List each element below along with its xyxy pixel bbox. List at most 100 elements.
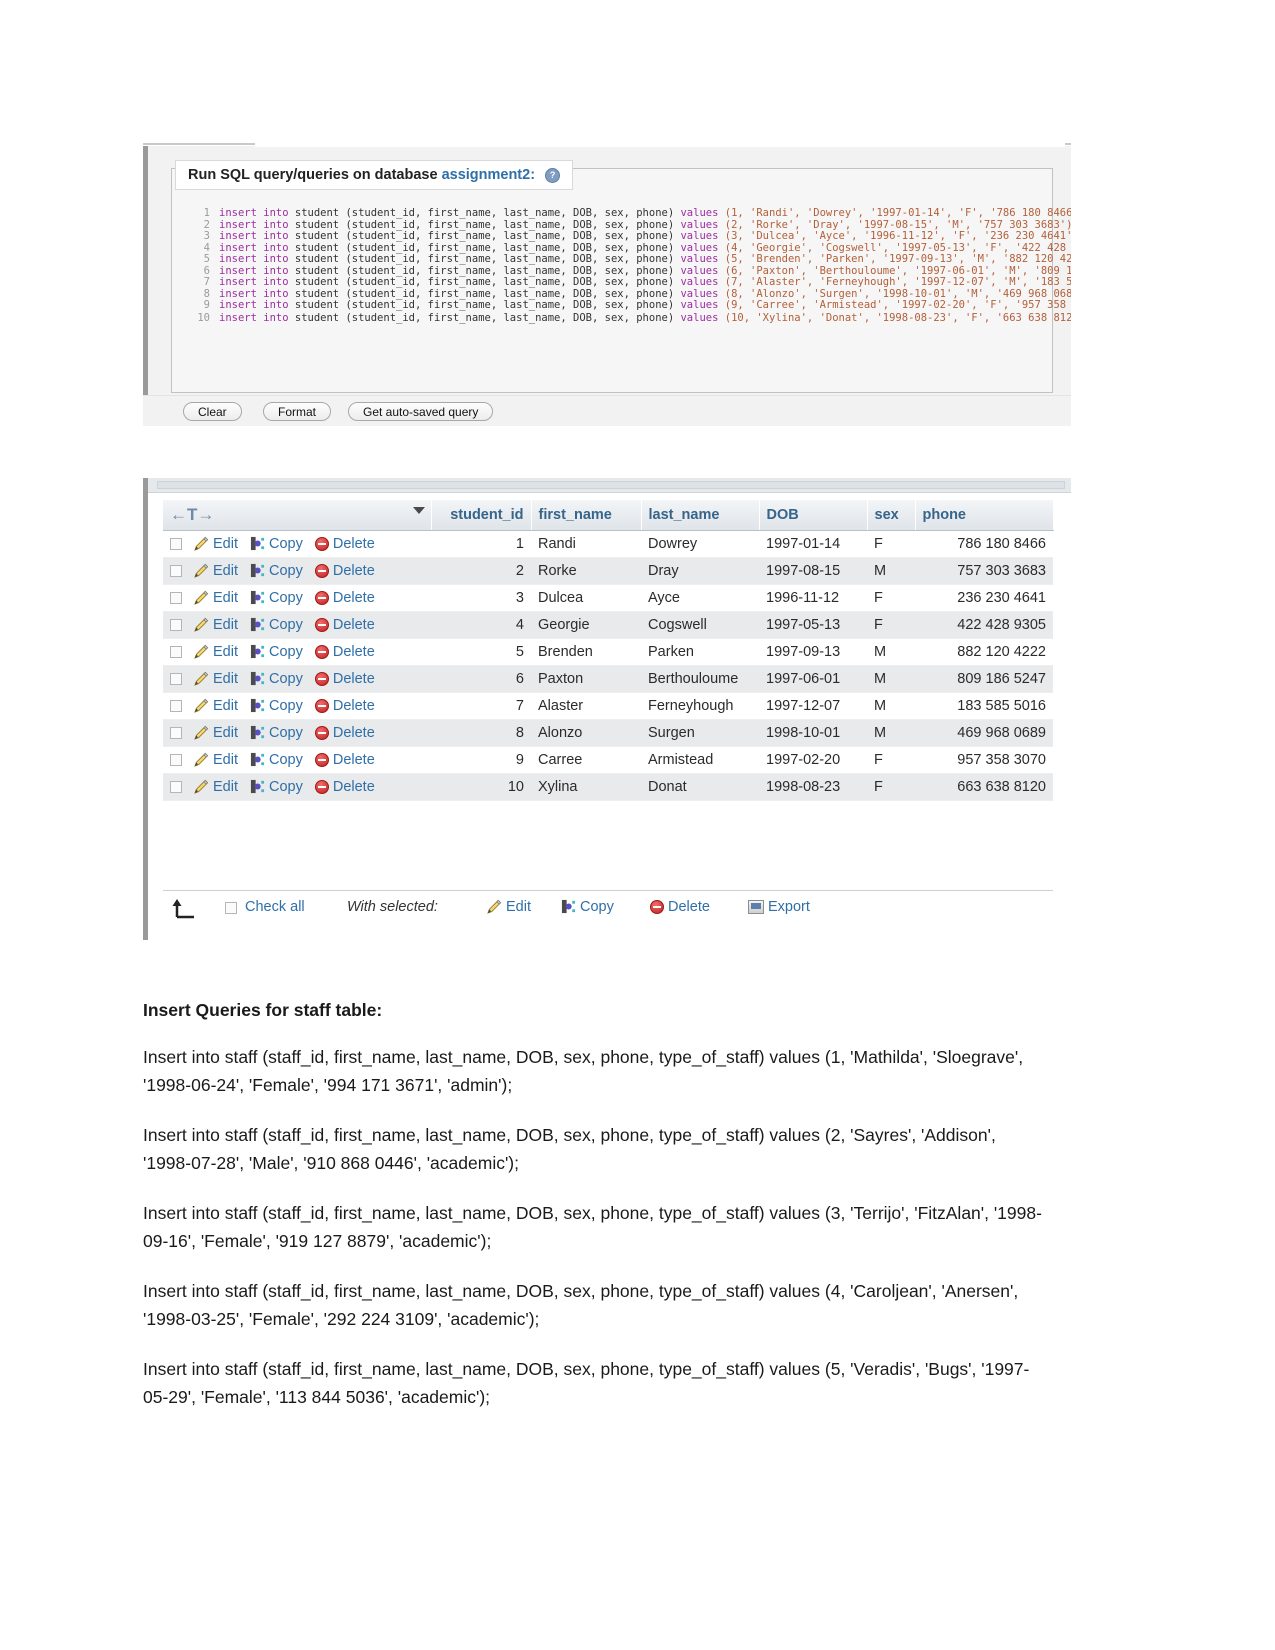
row-edit-button[interactable]: Edit	[194, 671, 238, 687]
row-copy-button[interactable]: Copy	[250, 563, 303, 579]
table-row[interactable]: Edit Copy Delete 7 Alaster Ferneyhough 1997-12…	[163, 692, 1053, 720]
get-auto-saved-query-button[interactable]: Get auto-saved query	[348, 402, 494, 421]
row-checkbox[interactable]	[170, 673, 182, 685]
row-delete-button[interactable]: Delete	[314, 779, 375, 795]
row-copy-button[interactable]: Copy	[250, 590, 303, 606]
row-copy-button[interactable]: Copy	[250, 779, 303, 795]
row-copy-button[interactable]: Copy	[250, 752, 303, 768]
cell-student-id: 3	[431, 584, 531, 612]
row-checkbox[interactable]	[170, 565, 182, 577]
cell-sex: F	[867, 584, 915, 612]
footer-delete-button[interactable]: Delete	[650, 899, 710, 915]
footer-edit-button[interactable]: Edit	[487, 899, 531, 915]
row-delete-button[interactable]: Delete	[314, 617, 375, 633]
row-edit-button[interactable]: Edit	[194, 698, 238, 714]
cell-dob: 1997-12-07	[759, 692, 867, 720]
cell-student-id: 10	[431, 773, 531, 801]
row-copy-button[interactable]: Copy	[250, 698, 303, 714]
row-edit-button[interactable]: Edit	[194, 590, 238, 606]
table-row[interactable]: Edit Copy Delete 3 Dulcea Ayce 1996-11-12 F 236 …	[163, 584, 1053, 612]
row-edit-button[interactable]: Edit	[194, 563, 238, 579]
row-checkbox[interactable]	[170, 619, 182, 631]
row-delete-button[interactable]: Delete	[314, 536, 375, 552]
column-header-first-name[interactable]: first_name	[531, 500, 642, 531]
cell-dob: 1997-06-01	[759, 665, 867, 693]
clear-button[interactable]: Clear	[183, 402, 242, 421]
row-delete-button[interactable]: Delete	[314, 563, 375, 579]
column-header-phone[interactable]: phone	[915, 500, 1054, 531]
row-checkbox[interactable]	[170, 781, 182, 793]
table-row[interactable]: Edit Copy Delete 1 Randi Dowrey 1997-01-14 F 786…	[163, 530, 1053, 558]
check-all-checkbox[interactable]	[225, 902, 237, 914]
row-actions-cell: Edit Copy Delete	[163, 611, 431, 639]
column-header-sex[interactable]: sex	[867, 500, 916, 531]
staff-insert-query: Insert into staff (staff_id, first_name,…	[143, 1047, 1024, 1095]
row-delete-button[interactable]: Delete	[314, 644, 375, 660]
row-delete-button[interactable]: Delete	[314, 752, 375, 768]
row-edit-label: Edit	[213, 536, 238, 552]
row-edit-button[interactable]: Edit	[194, 725, 238, 741]
table-row[interactable]: Edit Copy Delete 9 Carree Armistead 1997-02-20…	[163, 746, 1053, 774]
column-header-dob[interactable]: DOB	[759, 500, 868, 531]
cell-dob: 1996-11-12	[759, 584, 867, 612]
cell-sex: F	[867, 746, 915, 774]
sql-values: (10, 'Xylina', 'Donat', '1998-08-23', 'F…	[718, 311, 1071, 324]
table-row[interactable]: Edit Copy Delete 5 Brenden Parken 1997-09-13 M 8…	[163, 638, 1053, 666]
column-header-student-id[interactable]: student_id	[431, 500, 532, 531]
cell-student-id: 1	[431, 530, 531, 558]
row-edit-label: Edit	[213, 644, 238, 660]
row-copy-button[interactable]: Copy	[250, 671, 303, 687]
row-checkbox[interactable]	[170, 727, 182, 739]
sql-values: (2, 'Rorke', 'Dray', '1997-08-15', 'M', …	[718, 218, 1071, 231]
row-copy-button[interactable]: Copy	[250, 536, 303, 552]
row-delete-label: Delete	[332, 725, 375, 741]
sort-nav-icon[interactable]: ←T→	[170, 505, 214, 524]
chevron-down-icon[interactable]	[412, 507, 425, 514]
line-number: 10	[197, 311, 210, 324]
sort-controls-header[interactable]: ←T→	[163, 500, 432, 531]
cell-dob: 1997-01-14	[759, 530, 867, 558]
footer-copy-button[interactable]: Copy	[561, 899, 614, 915]
row-copy-button[interactable]: Copy	[250, 644, 303, 660]
row-edit-button[interactable]: Edit	[194, 752, 238, 768]
row-delete-button[interactable]: Delete	[314, 698, 375, 714]
row-edit-label: Edit	[213, 779, 238, 795]
table-row[interactable]: Edit Copy Delete 4 Georgie Cogswell 1997-05-13…	[163, 611, 1053, 639]
row-copy-button[interactable]: Copy	[250, 725, 303, 741]
row-delete-button[interactable]: Delete	[314, 590, 375, 606]
format-button[interactable]: Format	[263, 402, 332, 421]
row-edit-button[interactable]: Edit	[194, 536, 238, 552]
row-checkbox[interactable]	[170, 700, 182, 712]
check-all-label[interactable]: Check all	[245, 899, 305, 915]
footer-export-button[interactable]: Export	[748, 899, 810, 915]
table-row[interactable]: Edit Copy Delete 2 Rorke Dray 1997-08-15 M 757 3…	[163, 557, 1053, 585]
row-delete-button[interactable]: Delete	[314, 725, 375, 741]
row-checkbox[interactable]	[170, 538, 182, 550]
row-edit-button[interactable]: Edit	[194, 779, 238, 795]
cell-last-name: Parken	[641, 638, 759, 666]
table-row[interactable]: Edit Copy Delete 6 Paxton Berthouloume 1997-06…	[163, 665, 1053, 693]
cell-student-id: 9	[431, 746, 531, 774]
sql-values: (7, 'Alaster', 'Ferneyhough', '1997-12-0…	[724, 276, 1071, 288]
row-copy-label: Copy	[269, 536, 303, 552]
sql-code-area[interactable]: 1 insert into student (student_id, first_…	[188, 207, 1071, 324]
row-edit-button[interactable]: Edit	[194, 644, 238, 660]
copy-icon	[561, 899, 576, 914]
cell-student-id: 4	[431, 611, 531, 639]
row-checkbox[interactable]	[170, 646, 182, 658]
help-icon[interactable]: ?	[545, 167, 561, 183]
table-row[interactable]: Edit Copy Delete 8 Alonzo Surgen 1998-10-01 M 46…	[163, 719, 1053, 747]
row-copy-button[interactable]: Copy	[250, 617, 303, 633]
sql-values-keyword: values	[680, 287, 719, 300]
row-actions-cell: Edit Copy Delete	[163, 692, 431, 720]
row-edit-button[interactable]: Edit	[194, 617, 238, 633]
row-checkbox[interactable]	[170, 592, 182, 604]
row-delete-button[interactable]: Delete	[314, 671, 375, 687]
row-checkbox[interactable]	[170, 754, 182, 766]
cell-phone: 469 968 0689	[915, 719, 1053, 747]
sql-identifiers: student (student_id, first_name, last_na…	[288, 253, 681, 265]
sql-keyword: insert into	[219, 311, 289, 324]
line-number: 5	[203, 253, 210, 265]
column-header-last-name[interactable]: last_name	[641, 500, 760, 531]
table-row[interactable]: Edit Copy Delete 10 Xylina Donat 1998-08-23 F 66…	[163, 773, 1053, 801]
